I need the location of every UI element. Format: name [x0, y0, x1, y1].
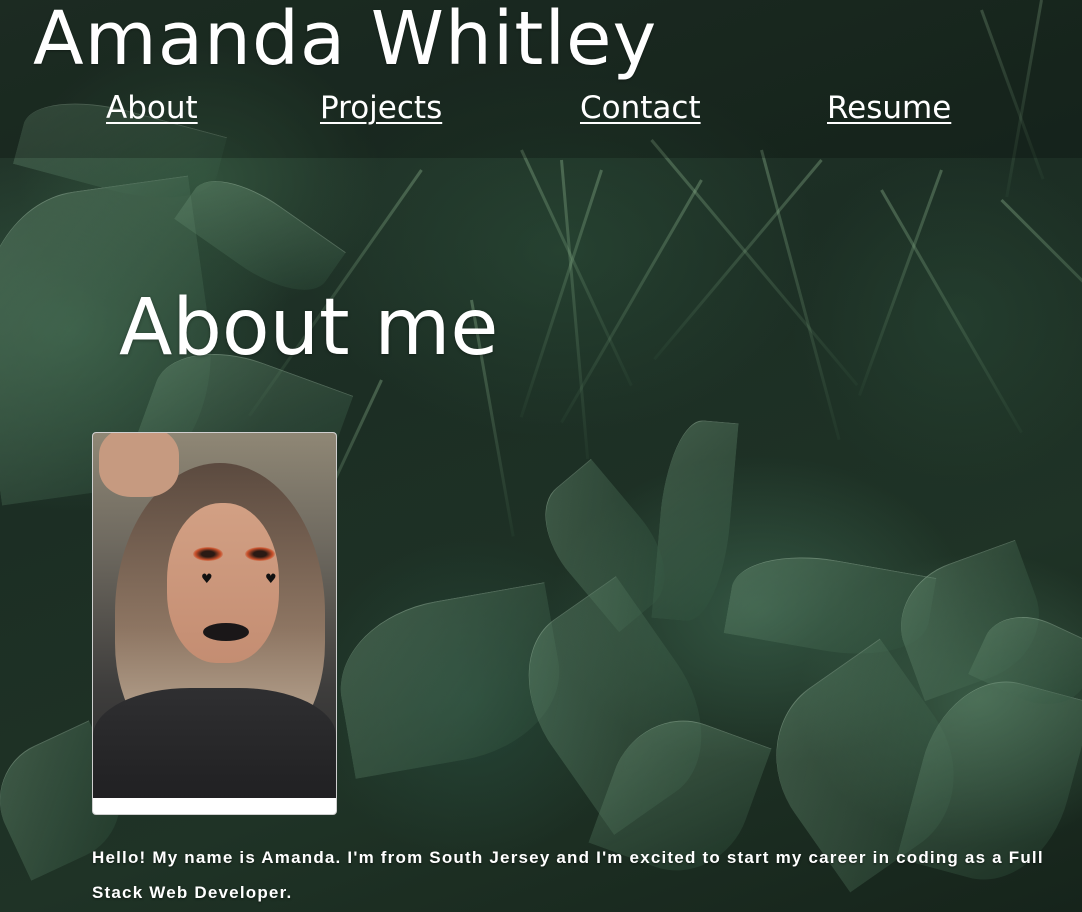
about-heading: About me	[119, 283, 499, 373]
nav-link-resume[interactable]: Resume	[827, 90, 951, 126]
about-bio: Hello! My name is Amanda. I'm from South…	[92, 848, 1044, 902]
profile-photo: ♥ ♥	[93, 433, 336, 798]
profile-photo-card: ♥ ♥	[92, 432, 337, 815]
site-title: Amanda Whitley	[33, 0, 658, 82]
site-header: Amanda Whitley About Projects Contact Re…	[0, 0, 1082, 158]
nav-link-about[interactable]: About	[106, 90, 198, 126]
nav-link-contact[interactable]: Contact	[580, 90, 701, 126]
heart-sticker-icon: ♥	[265, 572, 277, 587]
heart-sticker-icon: ♥	[201, 572, 213, 587]
nav-link-projects[interactable]: Projects	[320, 90, 442, 126]
